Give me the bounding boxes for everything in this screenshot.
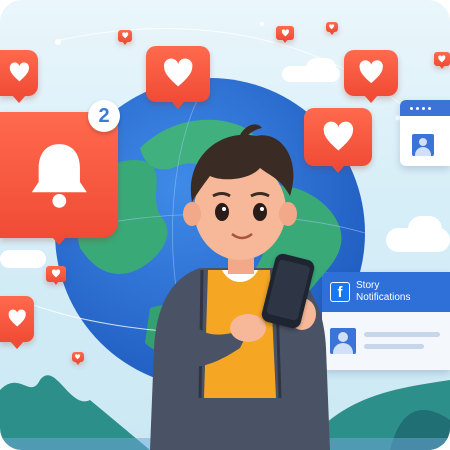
heart-icon	[51, 269, 61, 278]
heart-icon	[75, 354, 81, 360]
heart-notification	[0, 296, 34, 349]
heart-icon	[163, 58, 193, 87]
heart-icon	[8, 309, 26, 327]
notification-count-badge: 2	[88, 100, 120, 132]
heart-icon	[329, 24, 335, 30]
heart-notification	[46, 266, 66, 285]
heart-notification	[276, 26, 294, 43]
heart-notification	[146, 46, 210, 109]
heart-notification	[344, 50, 398, 103]
illustration-scene: 2 f Story Notifications	[0, 0, 450, 450]
profile-card	[400, 100, 450, 166]
heart-notification	[0, 50, 38, 103]
heart-icon	[281, 29, 289, 37]
story-title-line1: Story	[356, 280, 380, 291]
placeholder-line	[364, 344, 424, 349]
heart-icon	[359, 60, 383, 84]
story-title-line2: Notifications	[356, 292, 411, 303]
boy-character	[150, 124, 330, 450]
heart-notification	[118, 30, 132, 45]
story-panel-title: Story Notifications	[356, 280, 410, 304]
profile-placeholder-icon	[412, 134, 434, 156]
profile-card-header	[400, 100, 450, 116]
heart-notification	[434, 52, 450, 69]
heart-notification	[72, 352, 84, 365]
heart-notification	[326, 22, 338, 35]
heart-icon	[438, 55, 446, 63]
heart-icon	[121, 32, 129, 39]
bell-icon	[31, 144, 87, 208]
heart-icon	[9, 62, 29, 82]
placeholder-line	[364, 332, 440, 337]
notification-count: 2	[98, 104, 110, 127]
